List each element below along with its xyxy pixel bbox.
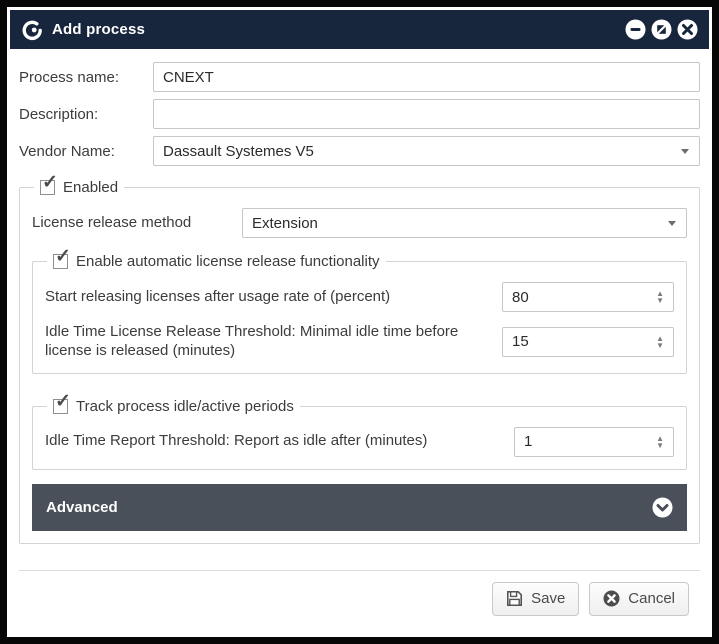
auto-release-checkbox[interactable]: ✓ (53, 254, 68, 269)
report-threshold-spin-arrows: ▲ ▼ (656, 435, 673, 449)
enabled-group: ✓ Enabled License release method Extensi… (19, 179, 700, 544)
process-name-label: Process name: (19, 69, 153, 86)
description-row: Description: (19, 99, 700, 129)
footer: Save Cancel (19, 570, 700, 616)
license-release-method-value: Extension (252, 215, 318, 232)
idle-threshold-spin-arrows: ▲ ▼ (656, 335, 673, 349)
track-legend: ✓ Track process idle/active periods (47, 398, 300, 415)
cancel-button-label: Cancel (628, 590, 675, 607)
minimize-icon[interactable] (625, 19, 646, 40)
idle-threshold-spinner: ▲ ▼ (502, 327, 674, 357)
process-app-icon (21, 19, 43, 41)
spin-down-icon[interactable]: ▼ (656, 442, 664, 449)
track-checkbox[interactable]: ✓ (53, 399, 68, 414)
track-legend-label: Track process idle/active periods (76, 398, 294, 415)
close-icon[interactable] (677, 19, 698, 40)
spin-down-icon[interactable]: ▼ (656, 342, 664, 349)
chevron-down-circle-icon[interactable] (652, 497, 673, 518)
report-threshold-label: Idle Time Report Threshold: Report as id… (45, 432, 514, 451)
idle-threshold-row: Idle Time License Release Threshold: Min… (45, 323, 674, 361)
advanced-label: Advanced (46, 499, 118, 516)
license-release-method-select[interactable]: Extension (242, 208, 687, 238)
vendor-name-row: Vendor Name: Dassault Systemes V5 (19, 136, 700, 166)
titlebar: Add process (10, 10, 709, 49)
dialog-body: Process name: Description: Vendor Name: … (9, 49, 710, 616)
usage-rate-spin-arrows: ▲ ▼ (656, 290, 673, 304)
process-name-row: Process name: (19, 62, 700, 92)
dialog-title: Add process (52, 21, 145, 38)
restore-icon[interactable] (651, 19, 672, 40)
license-release-method-label: License release method (32, 214, 242, 233)
spin-down-icon[interactable]: ▼ (656, 297, 664, 304)
check-icon: ✓ (55, 392, 71, 411)
vendor-name-label: Vendor Name: (19, 143, 153, 160)
description-input[interactable] (153, 99, 700, 129)
report-threshold-row: Idle Time Report Threshold: Report as id… (45, 427, 674, 457)
report-threshold-input[interactable] (515, 433, 656, 450)
check-icon: ✓ (55, 247, 71, 266)
track-group: ✓ Track process idle/active periods Idle… (32, 398, 687, 470)
advanced-section-toggle[interactable]: Advanced (32, 484, 687, 531)
description-label: Description: (19, 106, 153, 123)
save-button-label: Save (531, 590, 565, 607)
auto-release-group: ✓ Enable automatic license release funct… (32, 253, 687, 374)
enabled-legend-label: Enabled (63, 179, 118, 196)
dialog-frame: Add process Process name: (0, 0, 719, 644)
license-release-method-row: License release method Extension (32, 208, 687, 238)
chevron-down-icon (668, 221, 676, 226)
vendor-name-select[interactable]: Dassault Systemes V5 (153, 136, 700, 166)
auto-release-legend: ✓ Enable automatic license release funct… (47, 253, 386, 270)
idle-threshold-input[interactable] (503, 333, 656, 350)
enabled-legend: ✓ Enabled (34, 179, 124, 196)
floppy-disk-icon (506, 590, 523, 607)
save-button[interactable]: Save (492, 582, 579, 616)
check-icon: ✓ (42, 173, 58, 192)
cancel-button[interactable]: Cancel (589, 582, 689, 616)
report-threshold-spinner: ▲ ▼ (514, 427, 674, 457)
usage-rate-spinner: ▲ ▼ (502, 282, 674, 312)
auto-release-legend-label: Enable automatic license release functio… (76, 253, 380, 270)
chevron-down-icon (681, 149, 689, 154)
usage-rate-row: Start releasing licenses after usage rat… (45, 282, 674, 312)
usage-rate-input[interactable] (503, 289, 656, 306)
usage-rate-label: Start releasing licenses after usage rat… (45, 288, 502, 307)
process-name-input[interactable] (153, 62, 700, 92)
vendor-name-value: Dassault Systemes V5 (163, 143, 314, 160)
circle-x-icon (603, 590, 620, 607)
enabled-checkbox[interactable]: ✓ (40, 180, 55, 195)
idle-threshold-label: Idle Time License Release Threshold: Min… (45, 323, 502, 361)
